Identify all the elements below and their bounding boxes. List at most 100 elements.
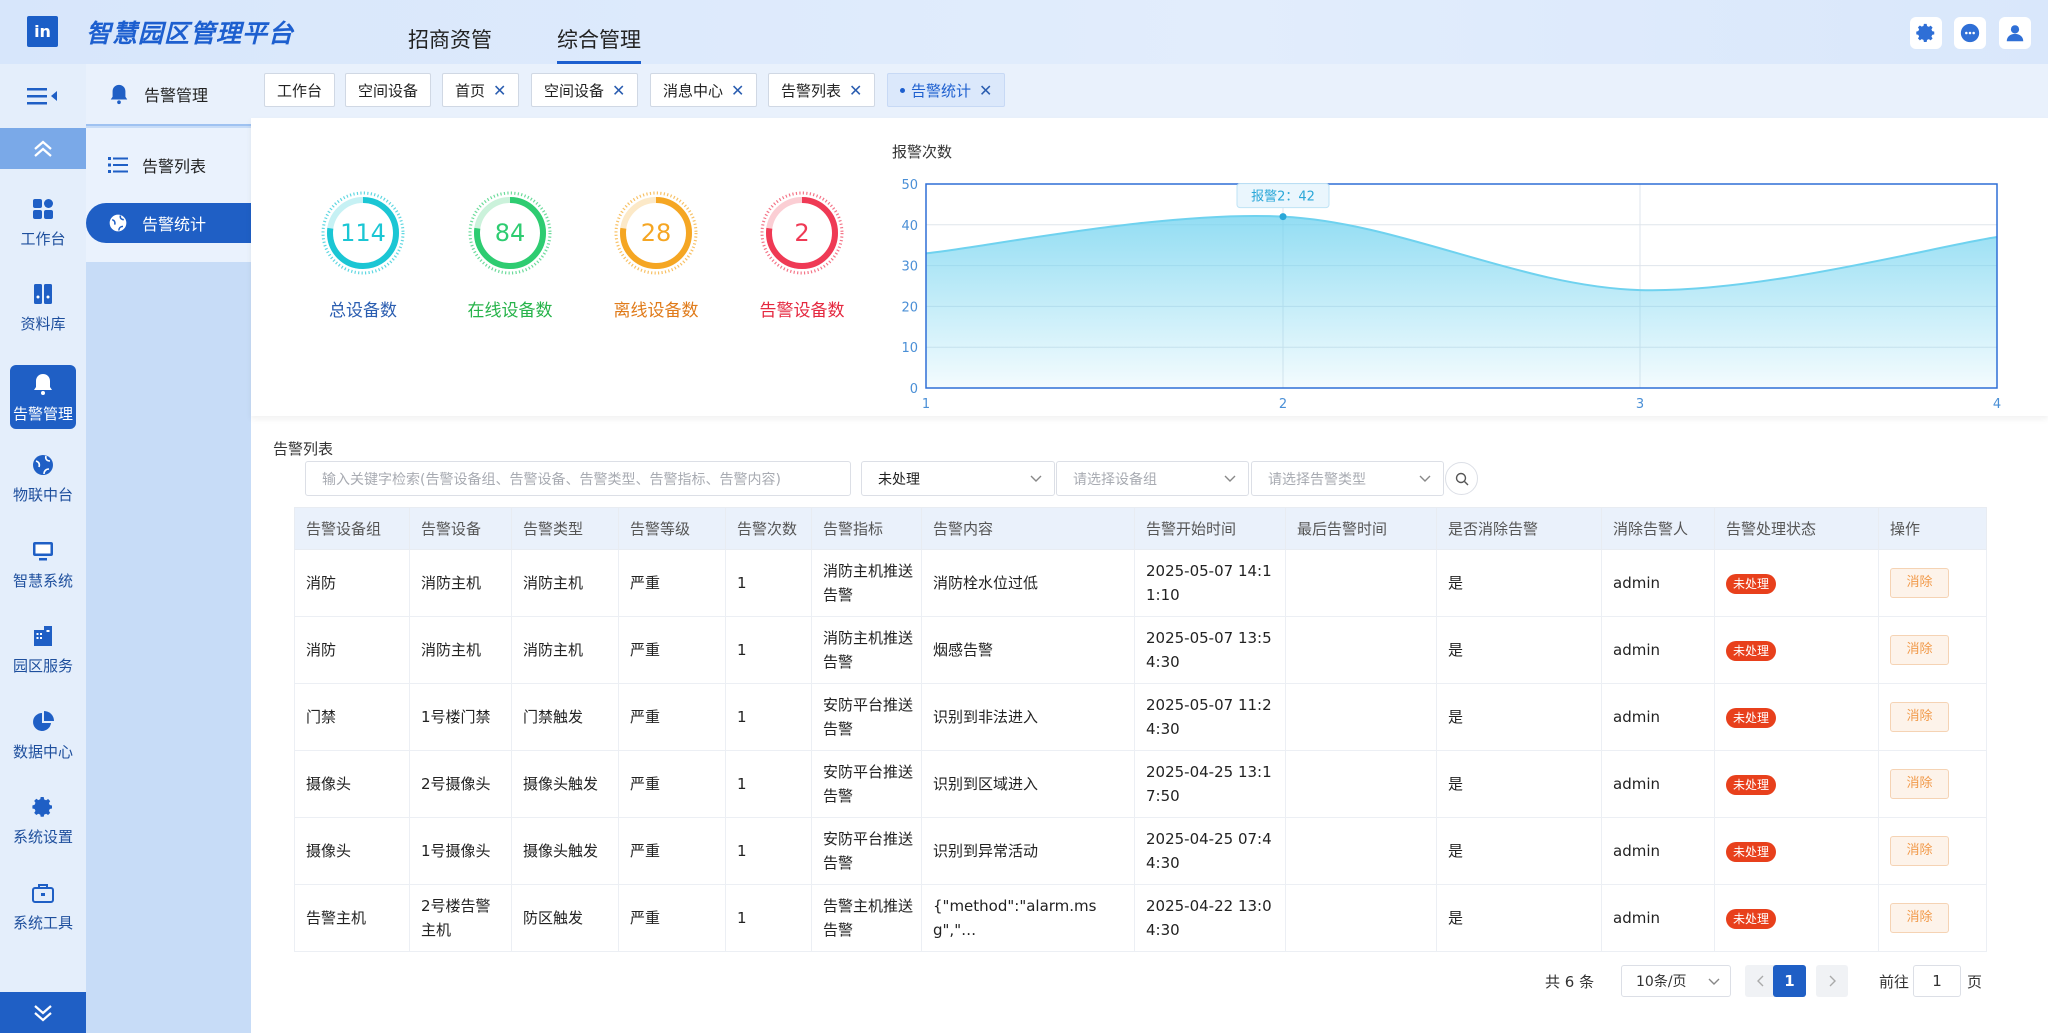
column-header: 告警等级 (618, 507, 726, 550)
tab-workbench[interactable]: 工作台 (264, 73, 336, 107)
rail-item-alarm[interactable]: 告警管理 (10, 365, 76, 429)
binder-icon (30, 281, 56, 307)
table-cell: 安防平台推送告警 (811, 683, 922, 751)
tab-space-device[interactable]: 空间设备 (345, 73, 432, 107)
close-icon[interactable]: ✕ (612, 81, 625, 100)
main-content: 114 总设备数 84 在线设备数 28 离线设备数 2 告警设备数 报警次数 … (251, 118, 2048, 1033)
chevron-up-icon (34, 140, 52, 157)
rail-item-iot[interactable]: 物联中台 (0, 446, 86, 510)
table-cell: 未处理 (1714, 884, 1879, 952)
table-cell: 消除 (1878, 616, 1987, 684)
table-cell: 2号摄像头 (409, 750, 512, 818)
column-header: 告警设备组 (294, 507, 410, 550)
menu-toggle-button[interactable] (0, 64, 86, 128)
table-cell: 消防主机 (511, 549, 619, 617)
gear-icon (30, 794, 56, 820)
page-number-button[interactable]: 1 (1773, 965, 1806, 997)
clear-alarm-button[interactable]: 消除 (1890, 568, 1949, 598)
clear-alarm-button[interactable]: 消除 (1890, 836, 1949, 866)
table-cell: admin (1601, 817, 1715, 885)
close-icon[interactable]: ✕ (493, 81, 506, 100)
y-tick-label: 50 (901, 178, 918, 193)
tab-alarm-stats[interactable]: 告警统计 ✕ (887, 73, 1006, 107)
table-cell: 严重 (618, 683, 726, 751)
table-cell: 消除 (1878, 884, 1987, 952)
tab-message-center[interactable]: 消息中心 ✕ (650, 73, 758, 107)
chevron-down-icon (1419, 472, 1431, 488)
stat-alarm-devices: 2 告警设备数 (752, 190, 852, 321)
y-tick-label: 10 (901, 341, 918, 356)
settings-button[interactable] (1910, 17, 1942, 49)
messages-button[interactable] (1954, 17, 1986, 49)
x-tick-label: 4 (1993, 397, 2001, 408)
stat-ring: 2 (760, 191, 844, 275)
column-header: 告警处理状态 (1714, 507, 1879, 550)
stats-panel: 114 总设备数 84 在线设备数 28 离线设备数 2 告警设备数 报警次数 … (251, 118, 2048, 416)
alarm-type-select[interactable]: 请选择告警类型 (1251, 461, 1444, 496)
column-header: 消除告警人 (1601, 507, 1715, 550)
clear-alarm-button[interactable]: 消除 (1890, 702, 1949, 732)
tab-alarm-list[interactable]: 告警列表 ✕ (768, 73, 876, 107)
search-button[interactable] (1445, 462, 1478, 495)
chevron-down-icon (34, 1004, 52, 1021)
device-group-select[interactable]: 请选择设备组 (1056, 461, 1249, 496)
rail-item-system-settings[interactable]: 系统设置 (0, 788, 86, 852)
table-cell: 消除 (1878, 750, 1987, 818)
scroll-down-button[interactable] (0, 992, 86, 1033)
column-header: 是否消除告警 (1436, 507, 1602, 550)
tab-space-device-2[interactable]: 空间设备 ✕ (531, 73, 639, 107)
table-cell: 是 (1436, 817, 1602, 885)
close-icon[interactable]: ✕ (979, 81, 992, 100)
rail-item-workbench[interactable]: 工作台 (0, 190, 86, 254)
goto-page-input[interactable]: 1 (1913, 965, 1961, 997)
table-row: 摄像头 2号摄像头 摄像头触发 严重 1 安防平台推送告警 识别到区域进入 2025-04-2… (294, 750, 1987, 818)
table-cell: 严重 (618, 616, 726, 684)
rail-item-system-tools[interactable]: 系统工具 (0, 874, 86, 938)
status-select[interactable]: 未处理 (861, 461, 1055, 496)
next-page-button[interactable] (1816, 965, 1848, 997)
submenu-item-alarm-list[interactable]: 告警列表 (86, 145, 251, 185)
user-icon (2006, 25, 2024, 42)
table-cell: 1 (725, 549, 812, 617)
table-cell: 严重 (618, 750, 726, 818)
table-cell: 识别到异常活动 (921, 817, 1135, 885)
monitor-icon (30, 538, 56, 564)
clear-alarm-button[interactable]: 消除 (1890, 635, 1949, 665)
close-icon[interactable]: ✕ (731, 81, 744, 100)
column-header: 告警开始时间 (1134, 507, 1286, 550)
search-input[interactable]: 输入关键字检索(告警设备组、告警设备、告警类型、告警指标、告警内容) (305, 461, 851, 496)
rail-item-smart-system[interactable]: 智慧系统 (0, 532, 86, 596)
clear-alarm-button[interactable]: 消除 (1890, 769, 1949, 799)
list-title: 告警列表 (273, 440, 334, 458)
rail-item-park-service[interactable]: 园区服务 (0, 617, 86, 681)
page-size-select[interactable]: 10条/页 (1621, 965, 1731, 997)
tooltip-text: 报警2：42 (1251, 189, 1315, 205)
scroll-up-button[interactable] (0, 128, 86, 169)
series-area (926, 215, 1997, 388)
rail-item-data-center[interactable]: 数据中心 (0, 703, 86, 767)
tab-home[interactable]: 首页 ✕ (442, 73, 520, 107)
nav-tab-management[interactable]: 综合管理 (557, 24, 641, 64)
stat-label: 离线设备数 (613, 301, 699, 321)
stat-ring: 28 (614, 191, 698, 275)
table-cell: 1号摄像头 (409, 817, 512, 885)
globe-icon (108, 213, 128, 233)
stat-ring: 114 (321, 191, 405, 275)
table-cell: 2025-05-07 11:24:30 (1134, 683, 1286, 751)
building-icon (30, 623, 56, 649)
close-icon[interactable]: ✕ (849, 81, 862, 100)
table-cell: 是 (1436, 884, 1602, 952)
submenu-item-alarm-stats[interactable]: 告警统计 (86, 203, 251, 243)
table-cell: 消防主机推送告警 (811, 549, 922, 617)
clear-alarm-button[interactable]: 消除 (1890, 903, 1949, 933)
x-tick-label: 1 (922, 397, 930, 408)
status-badge: 未处理 (1726, 842, 1777, 862)
table-cell: 2025-05-07 14:11:10 (1134, 549, 1286, 617)
table-cell: 未处理 (1714, 616, 1879, 684)
table-cell: 消防主机 (511, 616, 619, 684)
table-cell: 1 (725, 750, 812, 818)
user-button[interactable] (1999, 17, 2031, 49)
nav-tab-investment[interactable]: 招商资管 (408, 24, 492, 64)
table-row: 消防 消防主机 消防主机 严重 1 消防主机推送告警 烟感告警 2025-05-07 13:5… (294, 616, 1987, 684)
rail-item-library[interactable]: 资料库 (0, 275, 86, 339)
